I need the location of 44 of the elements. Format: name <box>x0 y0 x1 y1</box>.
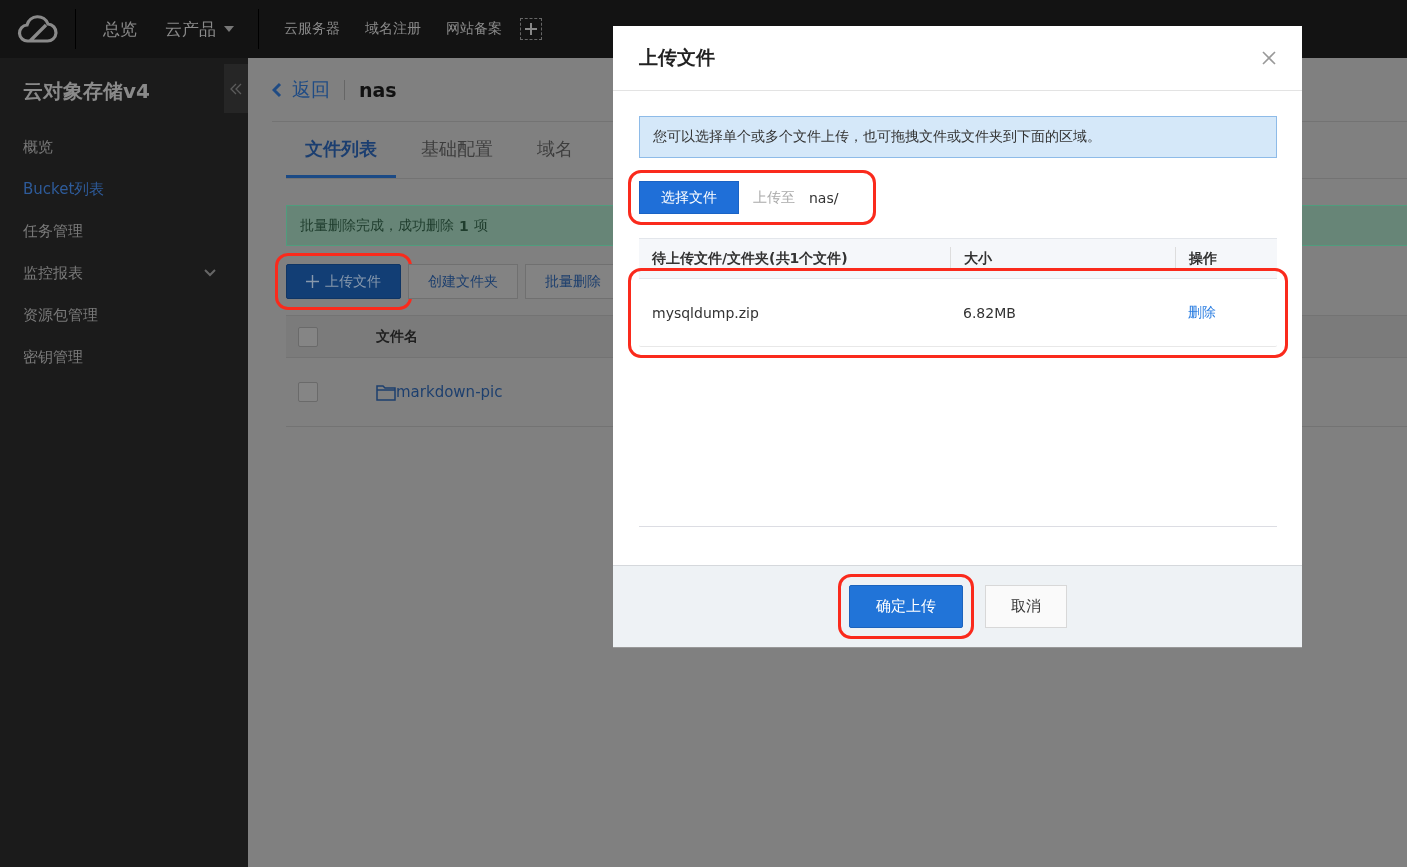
dialog-title: 上传文件 <box>639 45 715 70</box>
file-name: mysqldump.zip <box>651 303 760 323</box>
bucket-name: nas <box>359 78 397 101</box>
tab[interactable]: 文件列表 <box>286 122 396 178</box>
tab[interactable]: 基础配置 <box>402 122 512 178</box>
column-header: 大小 <box>950 246 1175 271</box>
sidebar-item[interactable]: 监控报表 <box>0 252 248 294</box>
toolbar-button[interactable]: 创建文件夹 <box>408 264 518 299</box>
sidebar-item[interactable]: 任务管理 <box>0 210 248 252</box>
column-header: 待上传文件/文件夹(共1个文件) <box>651 248 849 268</box>
tab[interactable]: 域名 <box>518 122 592 178</box>
sidebar-title: 云对象存储v4 <box>23 78 150 105</box>
double-chevron-left-icon <box>230 82 242 95</box>
nav-shortcut[interactable]: 域名注册 <box>365 20 421 38</box>
add-shortcut-button[interactable] <box>520 18 542 40</box>
close-icon <box>1262 51 1276 65</box>
sidebar-item[interactable]: 资源包管理 <box>0 294 248 336</box>
column-header: 文件名 <box>376 327 418 346</box>
info-notice: 您可以选择单个或多个文件上传，也可拖拽文件或文件夹到下面的区域。 <box>639 116 1277 158</box>
nav-menu-item[interactable]: 总览 <box>103 17 137 41</box>
sidebar-item[interactable]: 密钥管理 <box>0 336 248 378</box>
nav-shortcut[interactable]: 网站备案 <box>446 20 502 38</box>
file-size: 6.82MB <box>962 303 1017 323</box>
plus-icon <box>306 275 319 288</box>
nav-menu-item[interactable]: 云产品 <box>165 17 234 41</box>
delete-link[interactable]: 删除 <box>1188 303 1216 322</box>
back-link[interactable]: 返回 <box>272 76 330 103</box>
collapse-sidebar-button[interactable] <box>224 64 248 113</box>
close-button[interactable] <box>1262 51 1276 65</box>
cancel-button[interactable]: 取消 <box>984 585 1067 628</box>
column-header: 操作 <box>1175 246 1277 271</box>
select-file-button[interactable]: 选择文件 <box>639 181 739 214</box>
cloud-logo <box>16 13 58 45</box>
folder-icon <box>376 383 396 401</box>
plus-icon <box>524 22 538 36</box>
row-checkbox[interactable] <box>298 382 318 402</box>
select-all-checkbox[interactable] <box>298 326 318 347</box>
upload-target-label: 上传至 <box>753 188 795 207</box>
nav-shortcut[interactable]: 云服务器 <box>284 20 340 38</box>
chevron-left-icon <box>272 81 282 98</box>
file-name-link[interactable]: markdown-pic <box>376 383 503 401</box>
upload-target-path: nas/ <box>809 189 839 206</box>
sidebar-item[interactable]: Bucket列表 <box>0 168 248 210</box>
sidebar-item[interactable]: 概览 <box>0 126 248 168</box>
